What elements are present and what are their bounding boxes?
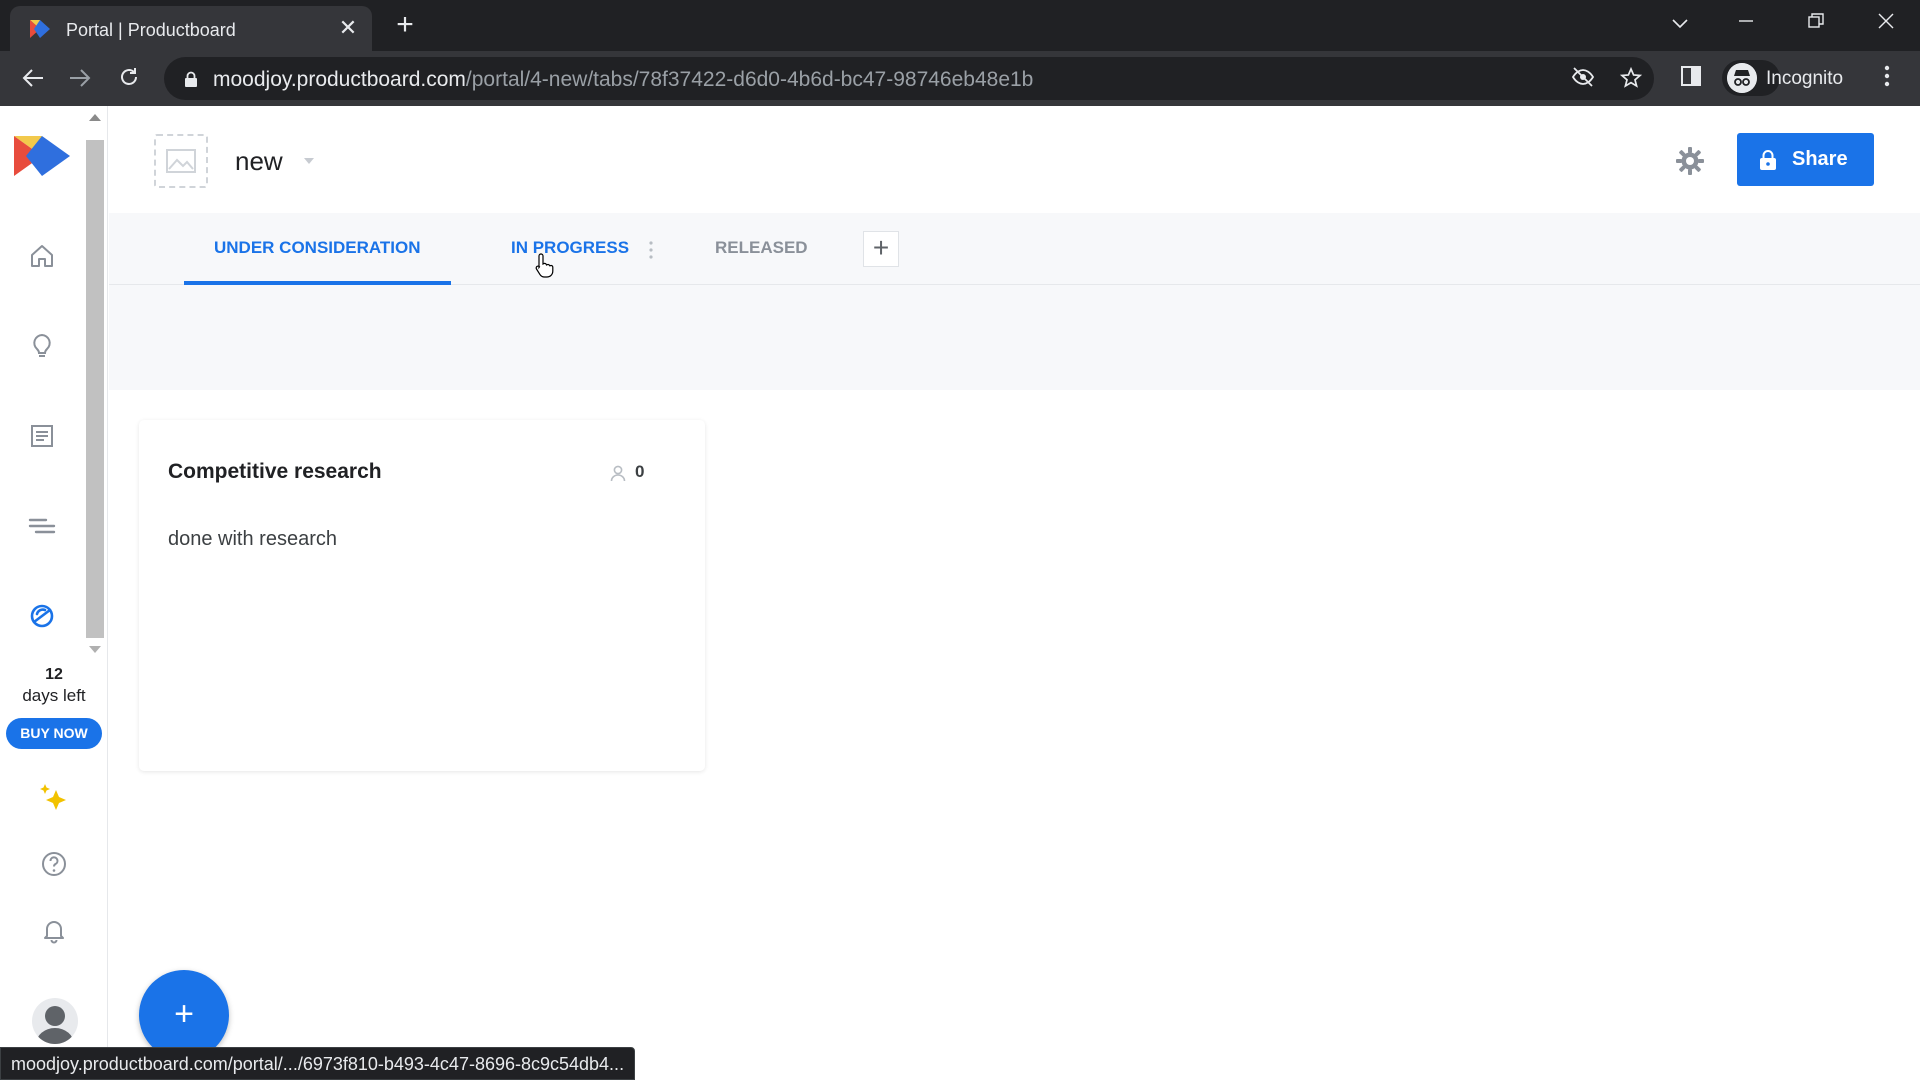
share-button-label: Share <box>1792 148 1848 170</box>
active-tab-indicator <box>184 281 451 285</box>
browser-tab[interactable]: Portal | Productboard ✕ <box>10 6 372 51</box>
sidebar-scrollbar[interactable] <box>84 108 106 656</box>
incognito-label: Incognito <box>1766 68 1844 89</box>
trial-days-label: days left <box>22 686 86 705</box>
browser-tab-title: Portal | Productboard <box>66 20 236 40</box>
add-tab-button[interactable]: + <box>863 231 899 267</box>
close-tab-icon[interactable]: ✕ <box>336 16 360 40</box>
minimize-window-icon[interactable] <box>1726 8 1766 38</box>
document-list-icon[interactable] <box>26 420 58 452</box>
close-window-icon[interactable] <box>1866 8 1906 38</box>
tab-in-progress[interactable]: IN PROGRESS <box>511 238 629 258</box>
forward-arrow-icon[interactable] <box>65 64 95 94</box>
new-tab-button[interactable]: + <box>390 10 420 40</box>
browser-menu-icon[interactable] <box>1874 65 1900 91</box>
card-title[interactable]: Competitive research <box>168 460 382 484</box>
url-host: moodjoy.productboard.com <box>213 68 466 91</box>
link-status-bar: moodjoy.productboard.com/portal/.../6973… <box>0 1047 636 1080</box>
incognito-icon <box>1727 63 1757 93</box>
eye-slash-icon[interactable] <box>1570 67 1596 93</box>
portal-tabs-area: UNDER CONSIDERATION IN PROGRESS RELEASED… <box>109 213 1920 390</box>
reload-icon[interactable] <box>114 64 144 94</box>
browser-tab-strip: Portal | Productboard ✕ + <box>0 0 1920 51</box>
back-arrow-icon[interactable] <box>18 64 48 94</box>
lock-icon <box>185 71 197 87</box>
productboard-logo-icon[interactable] <box>14 136 70 176</box>
voter-person-icon[interactable] <box>609 464 627 482</box>
user-avatar[interactable] <box>32 998 78 1044</box>
card-vote-count: 0 <box>635 462 645 481</box>
tab-more-options-icon[interactable] <box>648 239 654 261</box>
portal-icon[interactable] <box>26 600 58 632</box>
hand-pointer-cursor-icon <box>535 253 554 278</box>
bookmark-star-icon[interactable] <box>1618 66 1644 93</box>
portal-image-placeholder[interactable] <box>154 134 208 188</box>
productboard-favicon-icon <box>30 20 50 38</box>
help-icon[interactable] <box>38 848 70 880</box>
share-button[interactable]: Share <box>1737 133 1874 186</box>
tab-search-icon[interactable] <box>1660 8 1700 38</box>
address-bar[interactable]: moodjoy.productboard.com/portal/4-new/ta… <box>164 57 1654 100</box>
roadmap-icon[interactable] <box>26 510 58 542</box>
tab-under-consideration[interactable]: UNDER CONSIDERATION <box>214 238 421 258</box>
portal-tab-bar: UNDER CONSIDERATION IN PROGRESS RELEASED… <box>109 213 1920 285</box>
lightbulb-icon[interactable] <box>26 330 58 362</box>
home-icon[interactable] <box>26 240 58 272</box>
image-placeholder-icon <box>166 149 196 173</box>
portal-title[interactable]: new <box>235 146 283 177</box>
sparkle-icon[interactable] <box>38 782 70 814</box>
card-description: done with research <box>168 528 337 550</box>
url-path: /portal/4-new/tabs/78f37422-d6d0-4b6d-bc… <box>465 68 1034 91</box>
restore-window-icon[interactable] <box>1796 8 1836 38</box>
share-lock-icon <box>1760 150 1776 170</box>
url-text: moodjoy.productboard.com/portal/4-new/ta… <box>213 68 1033 92</box>
scroll-thumb[interactable] <box>86 140 104 638</box>
trial-days-count: 12 <box>45 666 63 683</box>
user-silhouette-icon <box>36 1006 74 1044</box>
app-sidebar: 12 days left BUY NOW <box>0 106 108 1080</box>
scroll-up-arrow-icon[interactable] <box>89 114 101 121</box>
idea-card[interactable]: Competitive research 0 done with researc… <box>139 420 705 771</box>
notification-bell-icon[interactable] <box>38 914 70 946</box>
browser-toolbar: moodjoy.productboard.com/portal/4-new/ta… <box>0 51 1920 106</box>
portal-main: new Share UNDER CONSIDERATION IN PROGRES… <box>109 106 1920 1080</box>
scroll-down-arrow-icon[interactable] <box>89 646 101 653</box>
buy-now-button[interactable]: BUY NOW <box>6 718 102 749</box>
incognito-profile-button[interactable]: Incognito <box>1722 60 1843 96</box>
tab-released[interactable]: RELEASED <box>715 238 808 258</box>
portal-menu-caret-icon[interactable] <box>304 158 314 164</box>
portal-header: new Share <box>109 106 1920 213</box>
side-panel-icon[interactable] <box>1678 65 1704 91</box>
settings-gear-icon[interactable] <box>1673 144 1707 178</box>
